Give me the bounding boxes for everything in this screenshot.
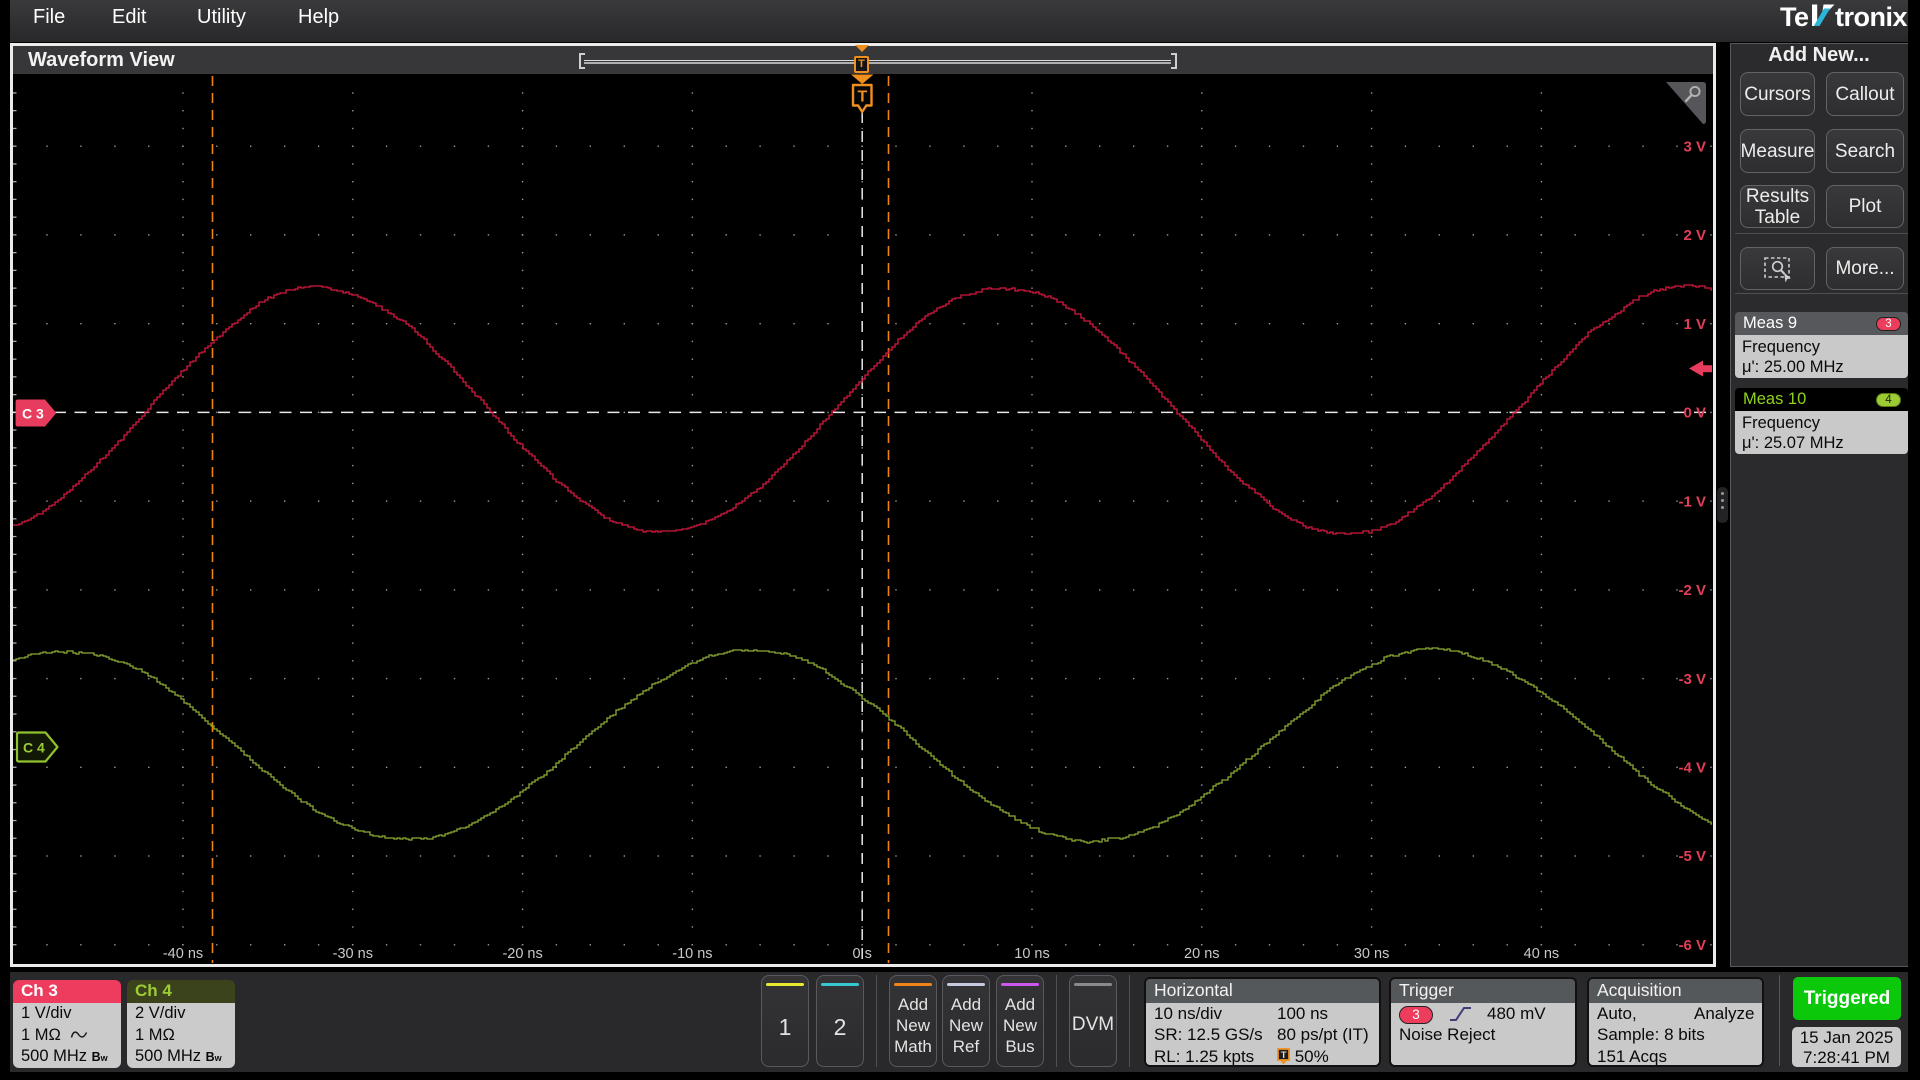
svg-text:40 ns: 40 ns xyxy=(1524,946,1559,962)
svg-text:-2 V: -2 V xyxy=(1678,582,1706,599)
svg-text:tronix: tronix xyxy=(1835,2,1907,32)
svg-text:10 ns: 10 ns xyxy=(1014,946,1049,962)
svg-text:0 s: 0 s xyxy=(853,946,872,962)
svg-text:T: T xyxy=(858,89,868,106)
svg-text:2 V: 2 V xyxy=(1683,227,1706,244)
svg-text:30 ns: 30 ns xyxy=(1354,946,1389,962)
svg-text:-10 ns: -10 ns xyxy=(672,946,712,962)
svg-text:Te: Te xyxy=(1780,2,1809,32)
svg-text:-3 V: -3 V xyxy=(1678,671,1706,688)
svg-text:0 V: 0 V xyxy=(1683,405,1706,422)
svg-text:1 V: 1 V xyxy=(1683,316,1706,333)
svg-text:-30 ns: -30 ns xyxy=(333,946,373,962)
svg-text:-4 V: -4 V xyxy=(1678,760,1706,777)
svg-text:C 3: C 3 xyxy=(22,406,44,422)
svg-text:-6 V: -6 V xyxy=(1678,937,1706,954)
svg-text:C 4: C 4 xyxy=(23,740,45,756)
svg-text:20 ns: 20 ns xyxy=(1184,946,1219,962)
svg-text:-1 V: -1 V xyxy=(1678,493,1706,510)
svg-text:T: T xyxy=(1281,1050,1287,1061)
svg-text:-5 V: -5 V xyxy=(1678,848,1706,865)
svg-text:-40 ns: -40 ns xyxy=(163,946,203,962)
svg-text:-20 ns: -20 ns xyxy=(502,946,542,962)
svg-text:3 V: 3 V xyxy=(1683,138,1706,155)
